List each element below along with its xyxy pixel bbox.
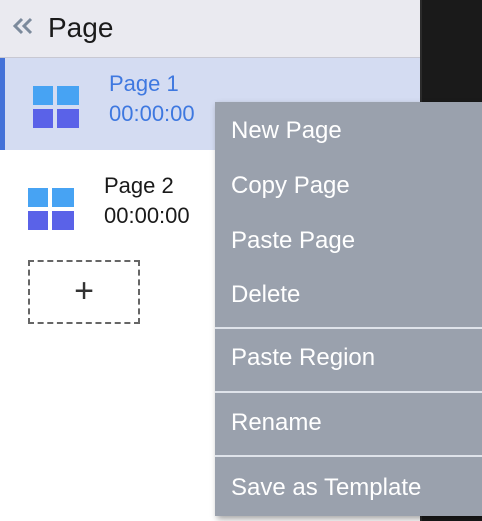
plus-icon: + — [74, 272, 94, 310]
page-duration: 00:00:00 — [104, 203, 190, 228]
menu-separator — [215, 391, 482, 393]
page-grid-icon — [28, 186, 74, 232]
add-page-button[interactable]: + — [28, 260, 140, 324]
panel-header: Page — [0, 0, 420, 58]
menu-item-paste-page[interactable]: Paste Page — [215, 225, 482, 257]
menu-item-rename[interactable]: Rename — [215, 407, 482, 439]
double-chevron-left-icon[interactable] — [12, 16, 34, 36]
context-menu: New Page Copy Page Paste Page Delete Pas… — [215, 102, 482, 516]
page-name: Page 2 — [104, 173, 174, 198]
menu-item-copy-page[interactable]: Copy Page — [215, 170, 482, 202]
menu-item-delete[interactable]: Delete — [215, 279, 482, 311]
page-duration: 00:00:00 — [109, 101, 195, 126]
menu-item-new-page[interactable]: New Page — [215, 115, 482, 147]
page-name: Page 1 — [109, 71, 179, 96]
menu-separator — [215, 455, 482, 457]
menu-separator — [215, 327, 482, 329]
menu-item-save-as-template[interactable]: Save as Template — [215, 472, 482, 504]
menu-item-paste-region[interactable]: Paste Region — [215, 342, 482, 374]
page-grid-icon — [33, 84, 79, 130]
panel-title: Page — [48, 12, 114, 43]
